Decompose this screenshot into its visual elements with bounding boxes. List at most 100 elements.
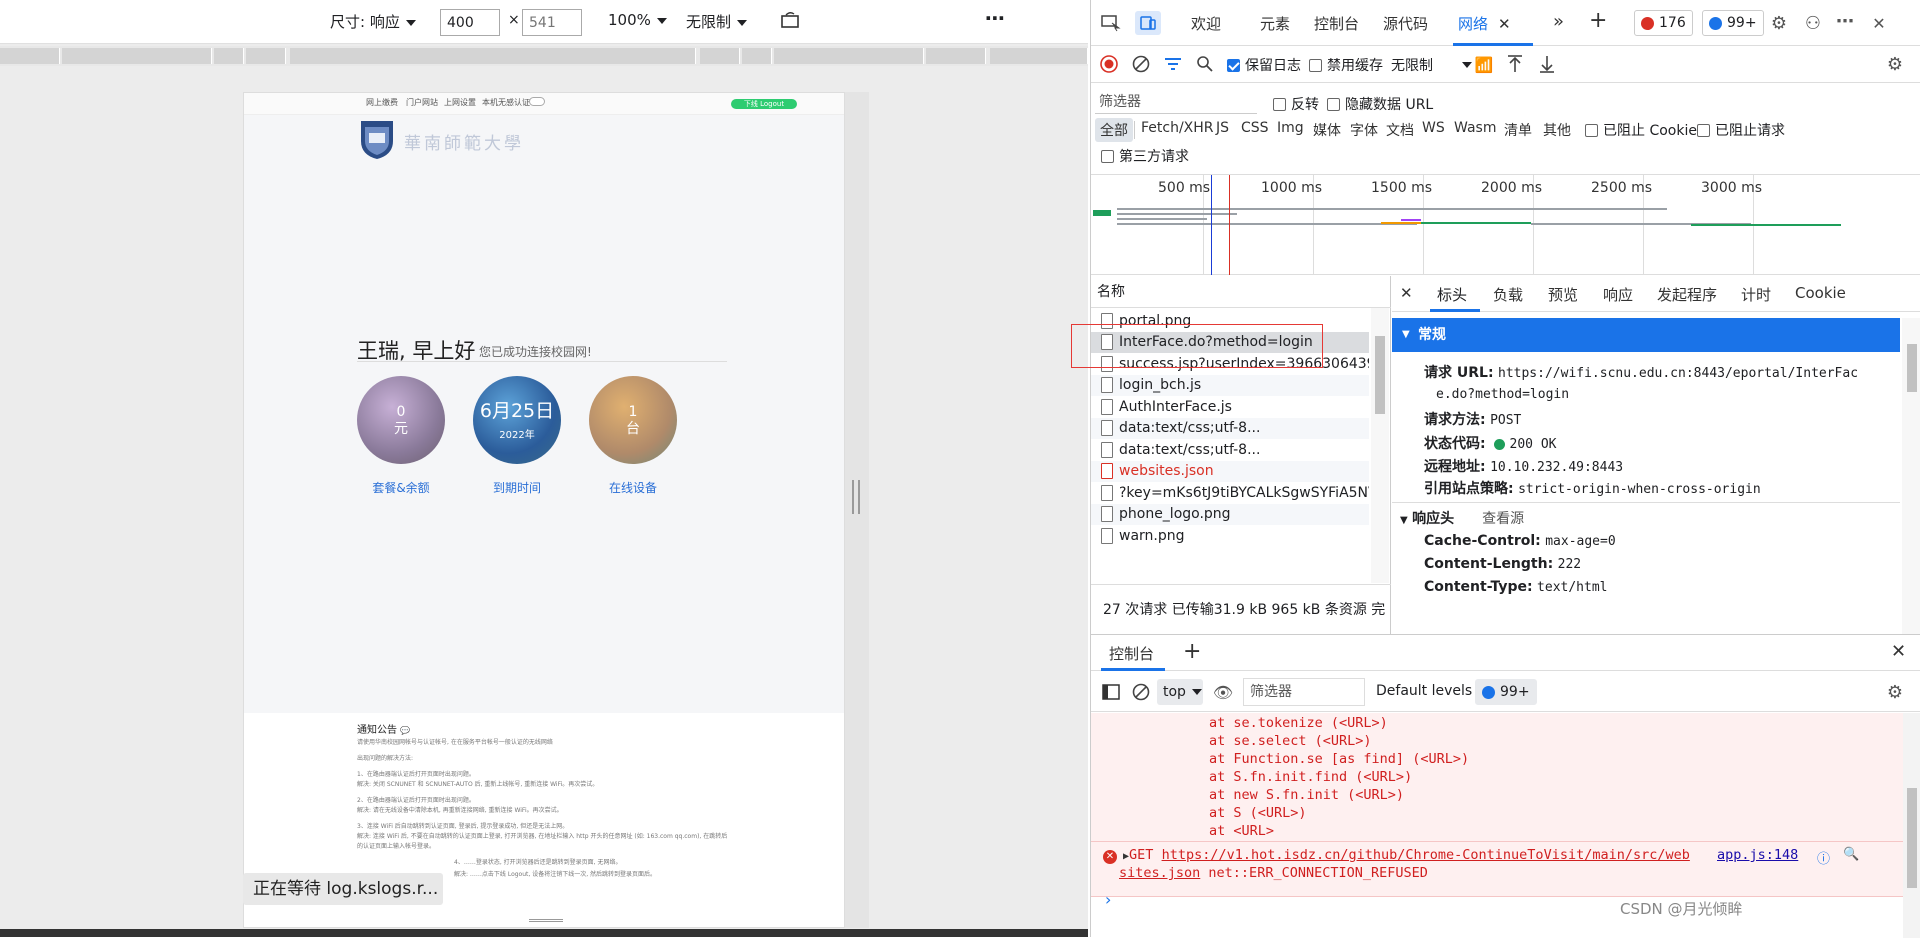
type-filter-all[interactable]: 全部 — [1095, 118, 1133, 142]
more-options-icon[interactable]: ⋯ — [985, 6, 1005, 30]
log-levels-dropdown[interactable]: Default levels — [1376, 683, 1489, 699]
detail-tab-initiator[interactable]: 发起程序 — [1657, 284, 1717, 305]
network-overview-timeline[interactable]: 500 ms 1000 ms 1500 ms 2000 ms 2500 ms 3… — [1091, 175, 1920, 275]
auth-toggle[interactable] — [529, 97, 545, 106]
request-row[interactable]: ?key=mKs6tJ9tiBYCALkSgwSYFiA5NV — [1091, 482, 1369, 503]
error-source-link[interactable]: app.js:148 — [1717, 847, 1798, 863]
settings-gear-icon[interactable]: ⚙ — [1767, 12, 1791, 34]
device-toolbar-icon[interactable] — [1135, 11, 1161, 35]
close-detail-icon[interactable]: ✕ — [1400, 284, 1413, 302]
clear-console-icon[interactable] — [1131, 682, 1151, 702]
view-source-link[interactable]: 查看源 — [1482, 511, 1524, 527]
tab-welcome[interactable]: 欢迎 — [1191, 13, 1221, 34]
nav-link-portal[interactable]: 门户网站 — [406, 97, 438, 108]
name-column-header[interactable]: 名称 — [1091, 276, 1391, 308]
type-filter-media[interactable]: 媒体 — [1313, 120, 1341, 140]
search-icon[interactable] — [1195, 54, 1215, 74]
preserve-log-checkbox[interactable]: 保留日志 — [1227, 55, 1301, 75]
general-section-header[interactable]: ▼ 常规 — [1392, 318, 1900, 352]
error-url-link-cont[interactable]: sites.json — [1119, 865, 1200, 881]
detail-tab-timing[interactable]: 计时 — [1741, 284, 1771, 305]
tab-sources[interactable]: 源代码 — [1383, 13, 1428, 34]
media-query-ruler[interactable] — [0, 46, 1088, 66]
close-drawer-icon[interactable]: ✕ — [1891, 641, 1906, 662]
type-filter-other[interactable]: 其他 — [1543, 120, 1571, 140]
tab-network[interactable]: 网络 ✕ — [1458, 13, 1511, 34]
hide-data-url-checkbox[interactable]: 隐藏数据 URL — [1327, 94, 1433, 114]
request-row[interactable]: AuthInterFace.js — [1091, 396, 1369, 417]
filter-icon[interactable] — [1163, 54, 1183, 74]
zoom-dropdown[interactable]: 100% — [608, 11, 667, 29]
console-settings-icon[interactable]: ⚙ — [1883, 681, 1907, 703]
detail-tab-response[interactable]: 响应 — [1603, 284, 1633, 305]
sidebar-toggle-icon[interactable] — [1101, 682, 1121, 702]
clear-icon[interactable] — [1131, 54, 1151, 74]
console-prompt[interactable]: › — [1105, 890, 1111, 909]
third-party-checkbox[interactable]: 第三方请求 — [1101, 146, 1189, 166]
context-selector[interactable]: top — [1157, 679, 1203, 705]
message-count-badge[interactable]: 99+ — [1702, 10, 1764, 36]
add-tab-icon[interactable]: + — [1589, 8, 1607, 33]
search-error-icon[interactable]: 🔍 — [1843, 847, 1859, 862]
wifi-conditions-icon[interactable]: 📶 — [1474, 55, 1494, 75]
response-headers-header[interactable]: ▼ 响应头 查看源 — [1400, 508, 1524, 528]
rotate-icon[interactable] — [780, 10, 802, 34]
close-tab-icon[interactable]: ✕ — [1498, 15, 1511, 33]
detail-tab-cookie[interactable]: Cookie — [1795, 284, 1846, 302]
type-filter-css[interactable]: CSS — [1241, 120, 1269, 136]
network-settings-icon[interactable]: ⚙ — [1883, 53, 1907, 75]
error-count-badge[interactable]: 176 — [1634, 10, 1693, 36]
type-filter-js[interactable]: JS — [1216, 120, 1229, 136]
logout-button[interactable]: 下线 Logout — [731, 99, 797, 109]
dimensions-dropdown[interactable]: 尺寸: 响应 — [330, 11, 416, 32]
console-issues-badge[interactable]: 99+ — [1475, 679, 1537, 705]
invert-checkbox[interactable]: 反转 — [1273, 94, 1319, 114]
request-row[interactable]: login_bch.js — [1091, 374, 1369, 396]
add-drawer-tab-icon[interactable]: + — [1183, 639, 1201, 664]
detail-tab-headers[interactable]: 标头 — [1437, 284, 1467, 305]
type-filter-img[interactable]: Img — [1277, 120, 1304, 136]
error-url-link[interactable]: https://v1.hot.isdz.cn/github/Chrome-Con… — [1162, 847, 1690, 863]
request-row[interactable]: warn.png — [1091, 525, 1369, 546]
customize-icon[interactable]: ⚇ — [1801, 12, 1825, 34]
close-devtools-icon[interactable]: ✕ — [1867, 12, 1891, 34]
type-filter-font[interactable]: 字体 — [1350, 120, 1378, 140]
request-row[interactable]: phone_logo.png — [1091, 503, 1369, 525]
nav-link-payment[interactable]: 网上缴费 — [366, 97, 398, 108]
tab-elements[interactable]: 元素 — [1260, 13, 1290, 34]
request-row[interactable]: websites.json — [1091, 460, 1369, 482]
devices-link[interactable]: 在线设备 — [583, 479, 683, 496]
type-filter-manifest[interactable]: 清单 — [1504, 120, 1532, 140]
type-filter-ws[interactable]: WS — [1422, 120, 1445, 136]
type-filter-doc[interactable]: 文档 — [1386, 120, 1414, 140]
throttle-dropdown[interactable]: 无限制 — [686, 11, 748, 32]
more-tabs-icon[interactable]: » — [1553, 11, 1564, 32]
expiry-link[interactable]: 到期时间 — [467, 479, 567, 496]
record-stop-icon[interactable] — [1099, 54, 1119, 74]
console-filter-input[interactable]: 筛选器 — [1243, 678, 1365, 706]
disable-cache-checkbox[interactable]: 禁用缓存 — [1309, 55, 1383, 75]
resize-handle[interactable] — [852, 480, 860, 514]
request-row[interactable]: data:text/css;utf-8... — [1091, 439, 1369, 460]
height-input[interactable] — [522, 9, 582, 36]
type-filter-wasm[interactable]: Wasm — [1454, 120, 1496, 136]
live-expression-eye-icon[interactable]: 👁 — [1213, 682, 1233, 702]
inspect-element-icon[interactable] — [1099, 12, 1123, 34]
export-har-icon[interactable] — [1537, 54, 1557, 74]
request-list-scrollbar[interactable] — [1371, 308, 1389, 583]
type-filter-fetch[interactable]: Fetch/XHR — [1141, 120, 1214, 136]
nav-link-auth[interactable]: 本机无感认证 — [482, 97, 530, 108]
balance-link[interactable]: 套餐&余额 — [351, 479, 451, 496]
blocked-requests-checkbox[interactable]: 已阻止请求 — [1697, 120, 1785, 140]
blocked-cookies-checkbox[interactable]: 已阻止 Cookie — [1585, 120, 1697, 140]
import-har-icon[interactable] — [1505, 54, 1525, 74]
more-options-icon[interactable]: ⋯ — [1833, 10, 1857, 32]
tab-console[interactable]: 控制台 — [1314, 13, 1359, 34]
detail-scrollbar[interactable] — [1902, 318, 1920, 634]
drawer-tab-console[interactable]: 控制台 — [1109, 643, 1154, 664]
detail-tab-payload[interactable]: 负载 — [1493, 284, 1523, 305]
network-throttle-dropdown[interactable]: 无限制 — [1391, 55, 1472, 75]
filter-input[interactable]: 筛选器 — [1095, 90, 1257, 114]
network-reveal-icon[interactable]: ⓘ — [1817, 848, 1830, 867]
nav-link-settings[interactable]: 上网设置 — [444, 97, 476, 108]
